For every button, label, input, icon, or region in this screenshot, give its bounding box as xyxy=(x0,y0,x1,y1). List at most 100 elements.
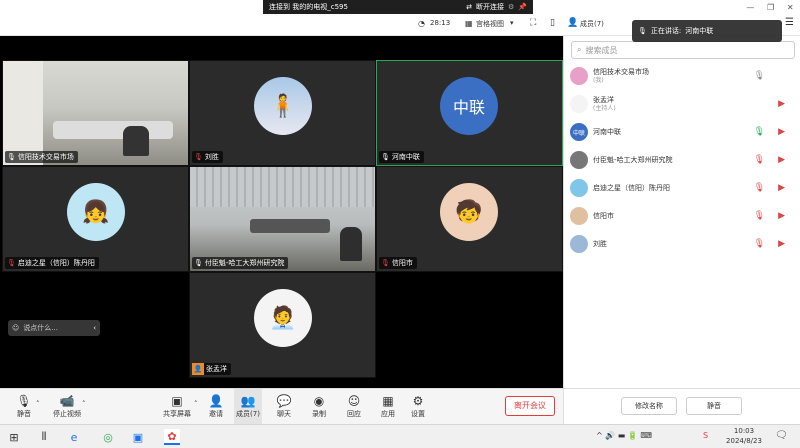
ie-browser-icon[interactable]: e xyxy=(66,429,82,445)
member-name: 信阳市 xyxy=(593,211,614,220)
toolbar-button-settings[interactable]: ⚙ 设置 xyxy=(404,389,432,425)
members-icon[interactable]: 👤 xyxy=(567,18,578,28)
camera-icon[interactable]: ▶ xyxy=(778,155,785,165)
mic-muted-icon[interactable]: 🎙 xyxy=(754,155,765,165)
chat-input-box[interactable]: ☺ 说点什么... ‹ xyxy=(8,320,100,336)
rename-button[interactable]: 修改名称 xyxy=(621,397,677,415)
fullscreen-icon[interactable]: ⛶ xyxy=(530,18,536,28)
search-input[interactable]: ⌕ 搜索成员 xyxy=(571,41,795,59)
disconnect-button[interactable]: 断开连接 xyxy=(476,2,504,12)
video-tile-liusheng[interactable]: 🧍 🎙 刘胜 xyxy=(189,60,376,166)
mic-muted-icon[interactable]: 🎙 xyxy=(754,183,765,193)
person-icon: 🧍 xyxy=(269,93,297,119)
toolbar-button-mic[interactable]: 🎙 静音 xyxy=(10,389,38,425)
member-name: 付臣魁-哈工大郑州研究院 xyxy=(593,155,673,164)
members-icon: 👥 xyxy=(240,394,256,408)
camera-icon[interactable]: ▶ xyxy=(778,99,785,109)
toolbar-button-reaction[interactable]: ☺ 回应 xyxy=(340,389,368,425)
chevron-left-icon[interactable]: ‹ xyxy=(93,324,96,332)
chevron-up-icon[interactable]: ˄ xyxy=(36,400,40,408)
minimize-icon[interactable]: — xyxy=(746,3,754,12)
mute-all-button[interactable]: 静音 xyxy=(686,397,742,415)
app-icon[interactable]: ▣ xyxy=(130,429,146,445)
view-mode-button[interactable]: 宫格视图 xyxy=(476,19,504,29)
mic-icon: 🎙 xyxy=(194,259,203,267)
member-role: (我) xyxy=(593,76,604,84)
person-icon: 🧑‍💼 xyxy=(269,305,297,331)
mic-muted-icon[interactable]: 🎙 xyxy=(754,239,765,249)
chat-input-placeholder[interactable]: 说点什么... xyxy=(23,323,58,333)
mic-muted-icon[interactable]: 🎙 xyxy=(754,211,765,221)
toolbar-button-record[interactable]: ◉ 录制 xyxy=(305,389,333,425)
video-tile-chendanyang[interactable]: 👧 🎙 启迪之星（信阳）陈丹阳 xyxy=(2,166,189,272)
mic-icon: 🎙 xyxy=(7,153,16,161)
speaking-label: 正在讲话: xyxy=(650,27,682,35)
edge-icon[interactable]: ◎ xyxy=(100,429,116,445)
layout-icon[interactable]: ▯ xyxy=(550,18,555,28)
video-tile-xinyang-city[interactable]: 🧒 🎙 信阳市 xyxy=(376,166,563,272)
mic-icon: 🎙 xyxy=(638,27,647,35)
menu-icon[interactable]: ☰ xyxy=(785,17,794,28)
camera-icon[interactable]: ▶ xyxy=(778,127,785,137)
chevron-up-icon[interactable]: ˄ xyxy=(194,400,198,408)
notification-icon[interactable]: 🗨 xyxy=(775,430,788,441)
camera-icon[interactable]: ▶ xyxy=(778,239,785,249)
close-icon[interactable]: ✕ xyxy=(787,3,794,12)
search-icon: ⌕ xyxy=(577,45,582,54)
video-tile-zhangmengyang[interactable]: 🧑‍💼 👤 张孟洋 xyxy=(189,272,376,378)
video-tile-fuchenkui[interactable]: 🎙 付臣魁-哈工大郑州研究院 xyxy=(189,166,376,272)
tile-name-bar: 🎙 刘胜 xyxy=(192,151,223,163)
toolbar-button-invite[interactable]: 👤 邀请 xyxy=(202,389,230,425)
restore-icon[interactable]: ❐ xyxy=(767,3,774,12)
member-name: 河南中联 xyxy=(593,127,621,136)
tile-name-bar: 🎙 付臣魁-哈工大郑州研究院 xyxy=(192,257,289,269)
mic-icon[interactable]: 🎙 xyxy=(754,71,765,81)
member-name: 张孟洋 xyxy=(593,95,614,104)
share-screen-icon: ▣ xyxy=(171,394,183,408)
chevron-up-icon[interactable]: ˄ xyxy=(82,400,86,408)
member-row[interactable]: 中联 河南中联 🎙 ▶ xyxy=(570,120,795,144)
ime-icon[interactable]: S xyxy=(703,431,708,440)
avatar: 👧 xyxy=(67,183,125,241)
video-tile-xinyang-market[interactable]: 🎙 信阳技术交易市场 xyxy=(2,60,189,166)
toolbar-button-apps[interactable]: ▦ 应用 xyxy=(374,389,402,425)
member-row[interactable]: 付臣魁-哈工大郑州研究院 🎙 ▶ xyxy=(570,148,795,172)
video-grid: 🎙 信阳技术交易市场 🧍 🎙 刘胜 中联 🎙 河南中联 👧 🎙 启迪之星（信阳）陈丹阳 … xyxy=(0,36,563,388)
chevron-down-icon[interactable]: ▾ xyxy=(510,19,514,27)
video-tile-henan-zhonglian[interactable]: 中联 🎙 河南中联 xyxy=(376,60,563,166)
chat-icon: 💬 xyxy=(276,394,292,408)
member-row[interactable]: 信阳技术交易市场 (我) 🎙 xyxy=(570,64,795,88)
camera-icon[interactable]: ▶ xyxy=(778,211,785,221)
pin-icon[interactable]: 📌 xyxy=(518,3,527,11)
member-row[interactable]: 刘胜 🎙 ▶ xyxy=(570,232,795,256)
camera-icon: 📹 xyxy=(59,394,75,408)
member-row[interactable]: 张孟洋 (主持人) ▶ xyxy=(570,92,795,116)
windows-start-icon[interactable]: ⊞ xyxy=(6,429,22,445)
mic-icon[interactable]: 🎙 xyxy=(754,127,765,137)
members-count[interactable]: 成员(7) xyxy=(580,19,604,29)
meeting-app-icon[interactable]: ✿ xyxy=(164,429,180,445)
tile-name-bar: 🎙 信阳市 xyxy=(379,257,417,269)
camera-icon[interactable]: ▶ xyxy=(778,183,785,193)
member-row[interactable]: 信阳市 🎙 ▶ xyxy=(570,204,795,228)
toolbar-button-members[interactable]: 👥 成员(7) xyxy=(234,389,262,425)
member-row[interactable]: 启迪之星（信阳）陈丹阳 🎙 ▶ xyxy=(570,176,795,200)
toolbar-label: 停止视频 xyxy=(53,410,81,418)
toolbar-button-share-screen[interactable]: ▣ 共享屏幕 xyxy=(160,389,194,425)
toolbar-button-chat[interactable]: 💬 聊天 xyxy=(270,389,298,425)
taskbar-clock[interactable]: 10:03 2024/8/23 xyxy=(722,426,766,446)
meeting-toolbar: 🎙 静音 📹 停止视频 ▣ 共享屏幕 👤 邀请 👥 成员(7) 💬 聊天 ◉ 录制 ☺ 回应 ▦ 应用 ⚙ 设置 ˄ ˄ ˄… xyxy=(0,388,563,425)
toolbar-label: 回应 xyxy=(347,410,361,418)
disconnect-icon[interactable]: ⇄ xyxy=(466,3,472,11)
tray-icons[interactable]: ^ 🔊 ▬ 🔋 ⌨ xyxy=(596,431,652,440)
emoji-icon[interactable]: ☺ xyxy=(12,324,19,332)
leave-meeting-button[interactable]: 离开会议 xyxy=(505,396,555,416)
person-figure xyxy=(123,126,149,156)
gear-icon[interactable]: ⚙ xyxy=(508,3,514,11)
task-view-icon[interactable]: ⫴ xyxy=(36,429,52,445)
member-name: 刘胜 xyxy=(593,239,607,248)
toolbar-button-camera[interactable]: 📹 停止视频 xyxy=(50,389,84,425)
toolbar-label: 录制 xyxy=(312,410,326,418)
record-icon: ◉ xyxy=(313,394,325,408)
member-avatar xyxy=(570,207,588,225)
